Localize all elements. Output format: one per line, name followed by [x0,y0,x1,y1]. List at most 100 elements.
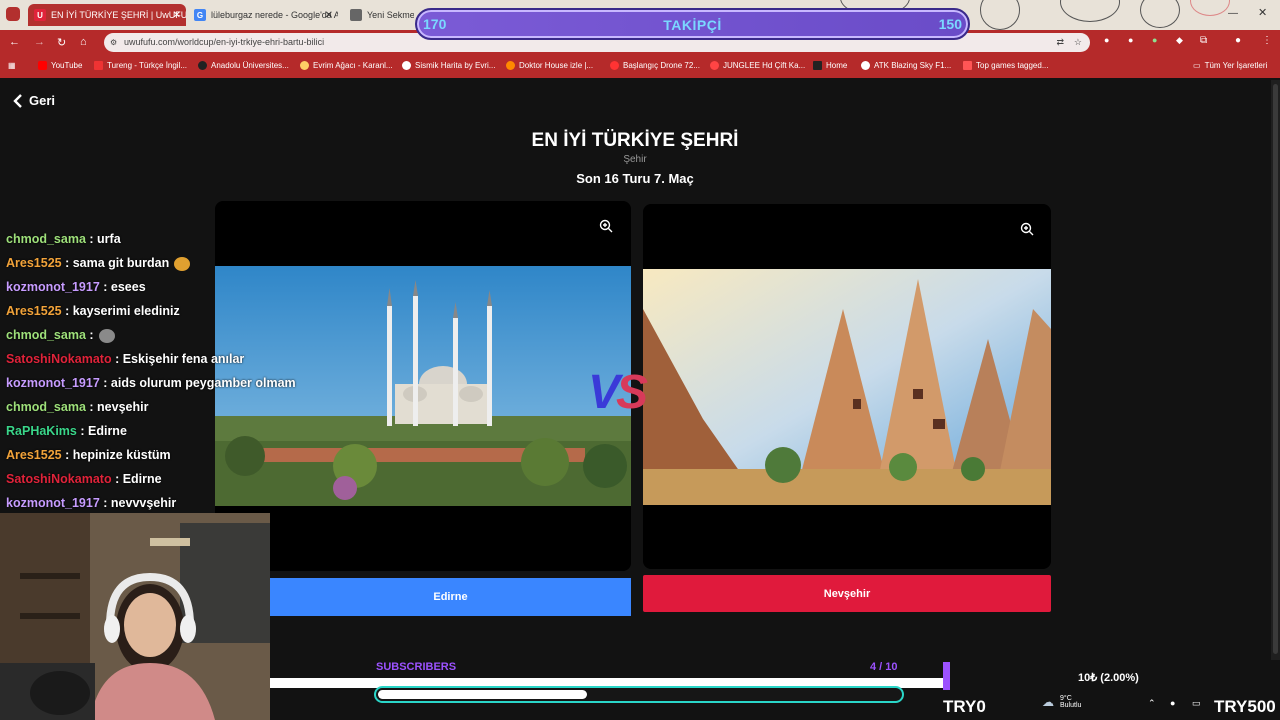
bookmark-star-icon[interactable]: ☆ [1074,33,1082,52]
extension-icon[interactable]: ● [1152,35,1157,45]
chat-text: : [89,328,94,342]
chat-message: chmod_sama : urfa [6,232,336,256]
all-bookmarks-folder[interactable]: ▭ Tüm Yer İşaretleri [1193,61,1267,70]
back-button[interactable]: Geri [12,93,55,108]
bookmark-youtube[interactable]: YouTube [38,61,82,70]
apps-grid-icon[interactable]: ▦ [8,61,16,70]
donation-percent: 10₺ (2.00%) [1078,672,1139,684]
stream-chat: chmod_sama : urfa Ares1525 : sama git bur… [6,232,336,520]
chat-username: Ares1525 [6,304,62,318]
minimize-icon[interactable]: — [1228,8,1238,19]
taskbar-weather[interactable]: ☁ 9°C Bulutlu [1042,695,1081,709]
bookmark-home[interactable]: Home [813,61,847,70]
tab-menu-button[interactable] [6,7,20,21]
window-close-icon[interactable]: ✕ [1258,6,1267,19]
webcam-feed [0,513,270,720]
chat-username: SatoshiNokamato [6,472,112,486]
tab-uwufufu[interactable]: U EN İYİ TÜRKİYE ŞEHRİ | UwUFUfU ✕ [28,4,186,26]
home-icon[interactable]: ⌂ [80,36,87,48]
chevron-left-icon [13,93,22,108]
url-text: uwufufu.com/worldcup/en-iyi-trkiye-ehri-… [124,37,325,47]
chat-message: kozmonot_1917 : esees [6,280,336,304]
tab-title: lüleburgaz nerede - Google'da Ara [211,10,338,20]
vs-label: VS [588,366,648,419]
close-icon[interactable]: ✕ [173,10,181,21]
bookmark-evrim-agaci[interactable]: Evrim Ağacı - Karanl... [300,61,393,70]
site-info-icon[interactable]: ⚙ [110,33,117,52]
forward-arrow-icon[interactable]: → [34,36,45,48]
microphone-icon[interactable]: ● [1170,698,1175,708]
chat-message: SatoshiNokamato : Edirne [6,472,336,496]
chat-message: SatoshiNokamato : Eskişehir fena anılar [6,352,336,376]
subscribers-progress-fill [378,690,587,699]
close-icon[interactable]: ✕ [325,10,333,21]
chat-text: : nevvvşehir [103,496,177,510]
chat-username: kozmonot_1917 [6,496,100,510]
choose-left-button[interactable]: Edirne [270,578,631,616]
chat-emote-icon [98,328,115,343]
chat-text: : sama git burdan [65,256,170,270]
display-icon[interactable]: ▭ [1192,698,1201,709]
bookmark-tureng[interactable]: Tureng - Türkçe İngil... [94,61,187,70]
donation-current: TRY0 [943,697,986,716]
chat-text: : Edirne [80,424,127,438]
bookmark-junglee[interactable]: JUNGLEE Hd Çift Ka... [710,61,805,70]
followers-label: TAKİPÇİ [663,17,722,33]
extension-icon[interactable]: ● [1104,35,1109,45]
tab-title: EN İYİ TÜRKİYE ŞEHRİ | UwUFUfU [51,10,186,20]
translate-icon[interactable]: ⇄ [1056,33,1064,52]
tray-chevron-icon[interactable]: ⌃ [1148,698,1156,709]
chat-text: : urfa [89,232,121,246]
back-label: Geri [29,93,56,108]
chat-username: chmod_sama [6,232,86,246]
extension-icon[interactable]: ◆ [1176,35,1183,46]
bookmark-doktor-house[interactable]: Doktor House izle |... [506,61,593,70]
bookmarks-bar: ▦ YouTube Tureng - Türkçe İngil... Anado… [0,55,1280,78]
chat-username: SatoshiNokamato [6,352,112,366]
chat-message: RaPHaKims : Edirne [6,424,336,448]
back-arrow-icon[interactable]: ← [9,36,20,48]
reload-icon[interactable]: ↻ [57,36,66,49]
chat-text: : nevşehir [89,400,149,414]
google-favicon-icon: G [194,9,206,21]
bookmark-anadolu[interactable]: Anadolu Üniversites... [198,61,289,70]
chat-message: Ares1525 : hepinize küstüm [6,448,336,472]
chat-message: kozmonot_1917 : aids olurum peygamber ol… [6,376,336,400]
subscribers-label: SUBSCRIBERS [376,661,457,673]
chat-text: : hepinize küstüm [65,448,171,462]
chrome-favicon-icon [350,9,362,21]
profile-avatar[interactable]: ● [1235,35,1241,46]
tab-new-tab[interactable]: Yeni Sekme [344,4,414,26]
chat-text: : Eskişehir fena anılar [115,352,245,366]
cappadocia-fairy-chimneys-image[interactable] [643,269,1051,505]
folder-icon: ▭ [1193,61,1201,70]
extensions-puzzle-icon[interactable]: ⧉ [1200,35,1207,46]
chat-message: Ares1525 : kayserimi elediniz [6,304,336,328]
tab-google-search[interactable]: G lüleburgaz nerede - Google'da Ara ✕ [188,4,338,26]
chat-username: kozmonot_1917 [6,280,100,294]
bookmark-top-games[interactable]: Top games tagged... [963,61,1049,70]
bookmark-drone[interactable]: Başlangıç Drone 72... [610,61,700,70]
page-title: EN İYİ TÜRKİYE ŞEHRİ [531,130,739,151]
zoom-in-icon[interactable] [1020,222,1034,236]
chat-message: Ares1525 : sama git burdan [6,256,336,280]
chat-text: : kayserimi elediniz [65,304,180,318]
more-menu-icon[interactable]: ⋮ [1262,35,1272,46]
bookmark-atk[interactable]: ATK Blazing Sky F1... [861,61,951,70]
chat-username: chmod_sama [6,400,86,414]
subscribers-count: 4 / 10 [870,661,898,673]
chat-text: : Edirne [115,472,162,486]
chat-message: chmod_sama : nevşehir [6,400,336,424]
zoom-in-icon[interactable] [599,219,613,233]
chat-text: : aids olurum peygamber olmam [103,376,296,390]
donation-marker [943,662,950,690]
bookmark-sismik-harita[interactable]: Sismik Harita by Evri... [402,61,495,70]
extension-icon[interactable]: ● [1128,35,1133,45]
chat-emote-icon [174,256,191,271]
round-label: Son 16 Turu 7. Maç [576,171,694,186]
followers-goal-bar: 170 TAKİPÇİ 150 [415,8,970,40]
chat-username: RaPHaKims [6,424,77,438]
choose-right-button[interactable]: Nevşehir [643,575,1051,612]
scrollbar-thumb[interactable] [1273,84,1278,654]
chat-message: chmod_sama : [6,328,336,352]
